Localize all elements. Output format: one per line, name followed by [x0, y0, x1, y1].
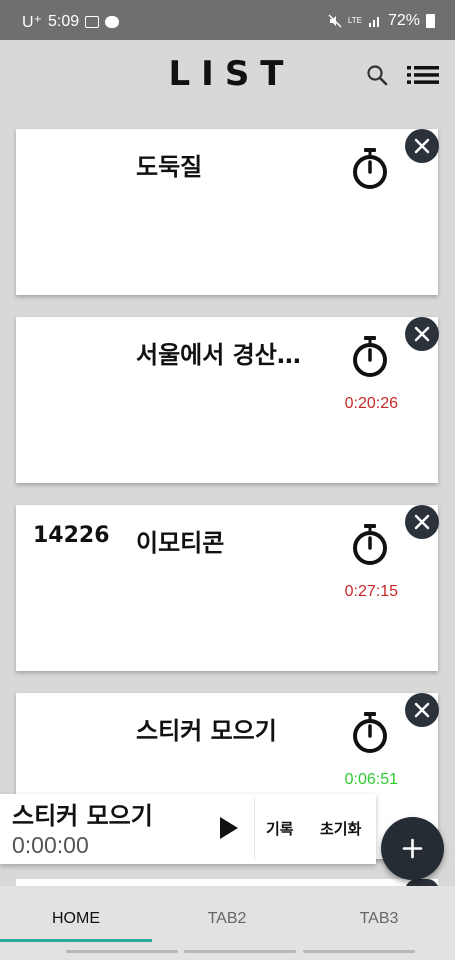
close-icon [414, 138, 430, 154]
tab-home[interactable]: HOME [0, 910, 152, 928]
card-number: 14226 [33, 523, 110, 548]
network-label: LTE [347, 16, 362, 25]
divider [254, 798, 255, 860]
card-timer: 0:06:51 [344, 771, 398, 788]
card-title: 서울에서 경산… [136, 341, 301, 369]
player-elapsed-time: 0:00:00 [12, 832, 89, 858]
card-title: 도둑질 [136, 153, 203, 181]
stopwatch-icon[interactable] [350, 523, 390, 565]
status-left: U⁺ 5:09 [22, 12, 120, 32]
tab-2[interactable]: TAB2 [151, 910, 303, 928]
battery-icon [426, 14, 435, 28]
status-right: LTE 72% [328, 12, 435, 30]
record-button[interactable]: 기록 [266, 818, 294, 839]
battery-percent: 72% [387, 12, 420, 29]
status-bar: U⁺ 5:09 LTE 72% [0, 0, 455, 40]
gesture-bar [184, 950, 296, 953]
close-icon [414, 702, 430, 718]
play-icon[interactable] [214, 814, 242, 842]
tab-3[interactable]: TAB3 [303, 910, 455, 928]
talk-icon [105, 16, 120, 28]
list-card[interactable]: 도둑질 [16, 129, 438, 295]
close-icon [414, 514, 430, 530]
mini-player: 스티커 모으기 0:00:00 기록 초기화 [0, 794, 376, 864]
reset-button[interactable]: 초기화 [320, 818, 361, 839]
delete-card-button[interactable] [405, 505, 439, 539]
delete-card-button[interactable] [405, 317, 439, 351]
list-menu-icon[interactable] [407, 65, 439, 85]
list-card[interactable]: 14226 이모티콘 0:27:15 [16, 505, 438, 671]
stopwatch-icon[interactable] [350, 335, 390, 377]
delete-card-button[interactable] [405, 129, 439, 163]
bottom-tab-bar: HOME TAB2 TAB3 [0, 886, 455, 960]
plus-icon [402, 838, 423, 859]
close-icon [414, 326, 430, 342]
gesture-bar [303, 950, 415, 953]
stopwatch-icon[interactable] [350, 147, 390, 189]
app-bar: LIST [0, 40, 455, 112]
search-icon[interactable] [366, 64, 388, 86]
card-timer: 0:27:15 [344, 583, 398, 600]
carrier-label: U⁺ [22, 14, 42, 31]
list-card[interactable]: 서울에서 경산… 0:20:26 [16, 317, 438, 483]
stopwatch-icon[interactable] [350, 711, 390, 753]
gallery-icon [85, 16, 100, 28]
clock: 5:09 [48, 13, 80, 30]
add-item-button[interactable] [381, 817, 444, 880]
active-tab-indicator [0, 939, 152, 942]
card-title: 이모티콘 [136, 529, 225, 557]
player-title: 스티커 모으기 [12, 802, 153, 830]
delete-card-button[interactable] [405, 693, 439, 727]
card-timer: 0:20:26 [344, 395, 398, 412]
card-title: 스티커 모으기 [136, 717, 277, 745]
signal-icon [368, 17, 379, 27]
gesture-bar [66, 950, 178, 953]
mute-icon [328, 14, 342, 28]
